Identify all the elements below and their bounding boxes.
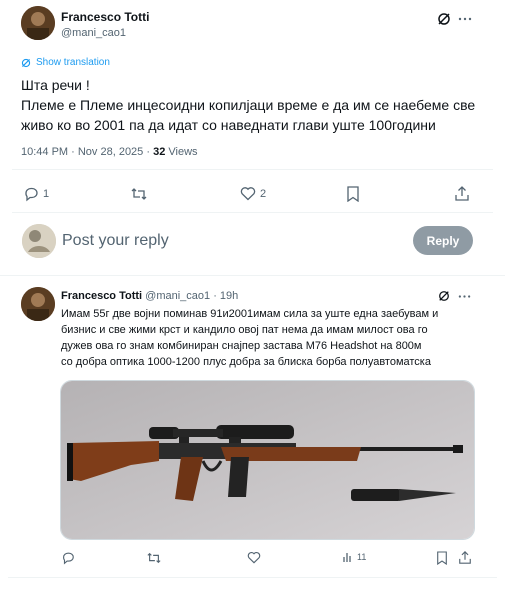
show-translation-link[interactable]: Show translation	[21, 57, 110, 68]
reply-avatar[interactable]	[21, 287, 55, 321]
reply-icon	[23, 186, 39, 202]
reply-post-reply-icon[interactable]	[61, 551, 75, 565]
reply-count: 1	[43, 188, 50, 200]
views-icon	[342, 551, 354, 563]
views-count: 32	[153, 146, 166, 158]
post-timestamp[interactable]: 10:44 PM · Nov 28, 2025 ·	[21, 146, 153, 158]
reply-post-bookmark-icon[interactable]	[436, 551, 448, 565]
reply-button[interactable]: Reply	[413, 226, 473, 255]
reply-text-line-4: со добра оптика 1000-1200 плус добра за …	[61, 356, 431, 368]
main-post-line-3: живо ко во 2001 па да идат со наведнати …	[21, 117, 436, 133]
composer-avatar	[22, 224, 56, 258]
main-post-line-1: Шта речи !	[21, 77, 90, 93]
more-icon[interactable]	[458, 12, 472, 26]
show-translation-text: Show translation	[36, 57, 110, 68]
separator-composer	[0, 275, 505, 276]
reply-post-share-icon[interactable]	[458, 550, 472, 565]
main-handle[interactable]: @mani_cao1	[61, 27, 126, 39]
reply-author-name[interactable]: Francesco Totti	[61, 290, 142, 302]
like-action[interactable]: 2	[240, 186, 266, 201]
reply-handle-time[interactable]: @mani_cao1 · 19h	[145, 290, 238, 302]
rifle-photo[interactable]	[60, 380, 475, 540]
translate-icon	[21, 58, 31, 68]
reply-post-repost-icon[interactable]	[146, 551, 162, 565]
reply-header: Francesco Totti @mani_cao1 · 19h	[61, 290, 238, 302]
share-icon[interactable]	[454, 185, 470, 202]
reply-grok-icon[interactable]	[438, 290, 450, 302]
reply-text-line-1: Имам 55г две војни поминав 91и2001имам с…	[61, 308, 439, 320]
reply-views-count: 11	[357, 552, 367, 562]
separator-actions	[12, 212, 493, 213]
like-count: 2	[260, 187, 267, 200]
reply-text: Имам 55г две војни поминав 91и2001имам с…	[61, 306, 438, 370]
separator-meta	[12, 169, 493, 170]
grok-icon[interactable]	[437, 12, 451, 26]
repost-icon[interactable]	[130, 186, 148, 202]
like-icon	[240, 186, 256, 201]
reply-text-line-3: дужев ова го знам комбиниран снајпер зас…	[61, 340, 422, 352]
main-avatar[interactable]	[21, 6, 55, 40]
reply-text-line-2: бизнис и све жими крст и кандило овој па…	[61, 324, 428, 336]
bookmark-icon[interactable]	[346, 186, 360, 202]
reply-action[interactable]: 1	[23, 186, 49, 202]
separator-bottom	[8, 577, 497, 578]
views-label: Views	[165, 146, 198, 158]
post-meta: 10:44 PM · Nov 28, 2025 · 32 Views	[21, 146, 198, 158]
main-author-name[interactable]: Francesco Totti	[61, 10, 149, 24]
reply-post-like-icon[interactable]	[247, 551, 261, 564]
reply-more-icon[interactable]	[458, 290, 471, 303]
main-post-line-2: Племе е Племе инцесоидни копилјаци време…	[21, 97, 476, 113]
reply-post-views[interactable]: 11	[342, 551, 366, 563]
reply-input[interactable]: Post your reply	[62, 232, 169, 250]
